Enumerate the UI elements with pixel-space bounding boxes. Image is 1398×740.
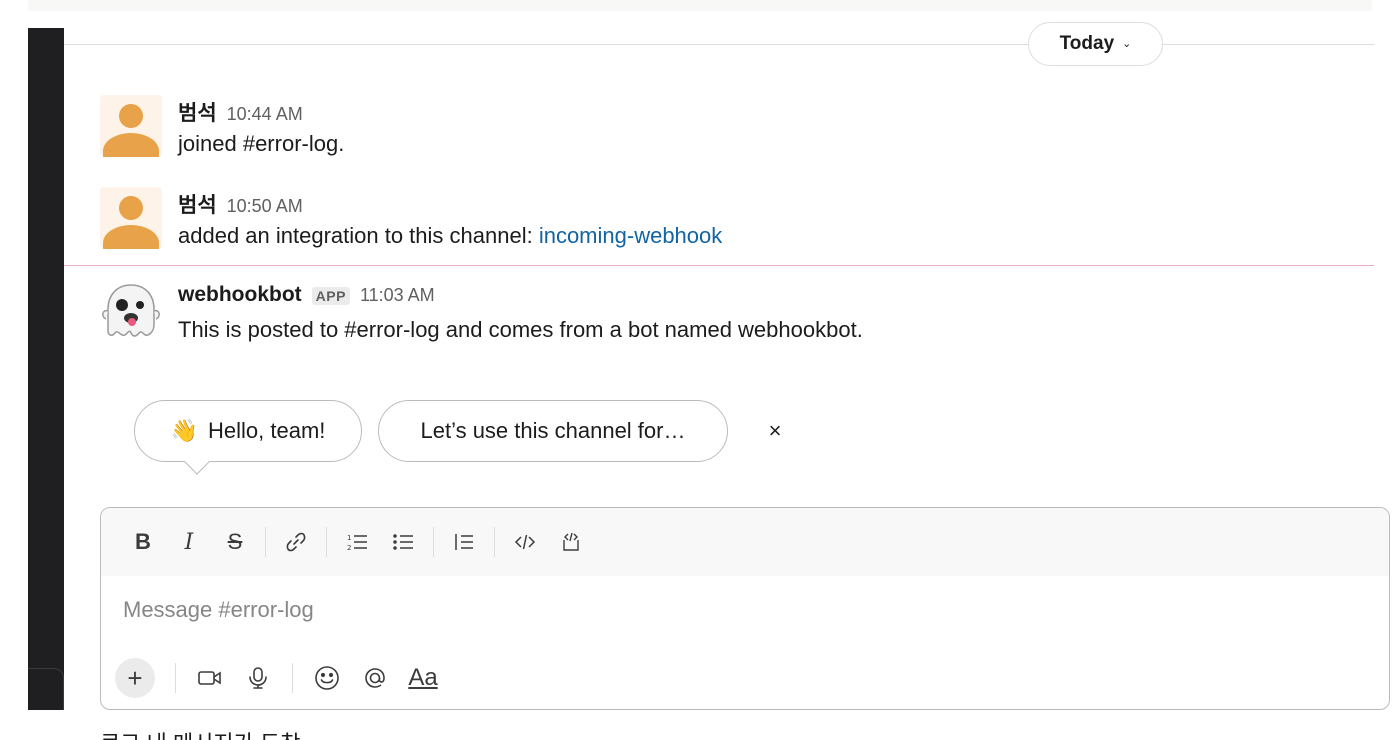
date-divider-line [64, 44, 1374, 45]
sidebar-corner [28, 668, 64, 710]
message-timestamp[interactable]: 10:44 AM [227, 104, 303, 125]
top-strip [28, 0, 1372, 11]
attach-plus-button[interactable]: + [115, 658, 155, 698]
waving-hand-icon: 👋 [170, 418, 198, 443]
message-header: 범석 10:50 AM [178, 189, 722, 217]
message: 범석 10:44 AM joined #error-log. [100, 95, 1370, 161]
at-mention-icon[interactable] [355, 658, 395, 698]
date-divider: Today ⌄ [64, 22, 1374, 68]
toolbar-separator [265, 527, 266, 557]
message-content: webhookbot APP 11:03 AM This is posted t… [178, 283, 863, 343]
date-label: Today [1059, 33, 1115, 54]
microphone-icon[interactable] [238, 658, 278, 698]
avatar[interactable] [100, 187, 162, 249]
bold-button[interactable]: B [123, 522, 163, 562]
blockquote-icon[interactable] [444, 522, 484, 562]
message: webhookbot APP 11:03 AM This is posted t… [100, 281, 1370, 347]
strikethrough-button[interactable]: S [215, 522, 255, 562]
message-author[interactable]: 범석 [178, 189, 217, 219]
message-content: 범석 10:50 AM added an integration to this… [178, 189, 722, 249]
italic-button[interactable]: I [169, 522, 209, 562]
chevron-down-icon: ⌄ [1122, 37, 1132, 50]
message-timestamp[interactable]: 11:03 AM [360, 285, 435, 306]
message-timestamp[interactable]: 10:50 AM [227, 196, 303, 217]
text-formatting-toggle[interactable]: Aa [403, 658, 443, 698]
toolbar-separator [175, 663, 176, 693]
ghost-emoji-icon[interactable] [100, 281, 162, 343]
message-text-body: added an integration to this channel: [178, 223, 539, 248]
emoji-icon[interactable] [307, 658, 347, 698]
suggestion-hello-button[interactable]: 👋 Hello, team! [134, 400, 362, 462]
message-input[interactable] [123, 594, 1323, 626]
new-messages-divider [64, 265, 1374, 266]
suggestion-channel-label: Let’s use this channel for… [420, 418, 686, 443]
avatar-body [103, 225, 159, 249]
message-header: 범석 10:44 AM [178, 97, 344, 125]
toolbar-separator [433, 527, 434, 557]
suggestion-channel-button[interactable]: Let’s use this channel for… [378, 400, 728, 462]
message-author[interactable]: 범석 [178, 97, 217, 127]
message-text: joined #error-log. [178, 131, 345, 156]
video-icon[interactable] [190, 658, 230, 698]
svg-text:1: 1 [347, 534, 351, 542]
message-content: 범석 10:44 AM joined #error-log. [178, 97, 344, 157]
code-block-icon[interactable] [551, 522, 591, 562]
toolbar-separator [494, 527, 495, 557]
avatar[interactable] [100, 95, 162, 157]
suggestion-chips: 👋 Hello, team! Let’s use this channel fo… [134, 400, 834, 480]
workspace-sidebar [28, 28, 64, 710]
composer-actions: + Aa [115, 656, 451, 700]
svg-text:2: 2 [347, 544, 351, 552]
avatar-head [119, 104, 143, 128]
date-jump-button[interactable]: Today ⌄ [1028, 22, 1163, 66]
link-icon[interactable] [276, 522, 316, 562]
formatting-toolbar: B I S 1 2 [101, 508, 1389, 576]
message-text: This is posted to #error-log and comes f… [178, 317, 863, 342]
avatar-body [103, 133, 159, 157]
app-badge: APP [311, 287, 350, 305]
message-author[interactable]: webhookbot [178, 283, 302, 307]
message: 범석 10:50 AM added an integration to this… [100, 187, 1370, 253]
message-composer: B I S 1 2 Message #error-log + Aa [100, 507, 1390, 710]
close-icon[interactable]: × [762, 418, 788, 444]
toolbar-separator [292, 663, 293, 693]
bullet-list-icon[interactable] [383, 522, 423, 562]
page-footer-text: 로그 내 메시지가 도착 [100, 726, 301, 740]
avatar-head [119, 196, 143, 220]
toolbar-separator [326, 527, 327, 557]
message-text: added an integration to this channel: in… [178, 223, 722, 249]
suggestion-hello-label: Hello, team! [208, 418, 326, 443]
message-header: webhookbot APP 11:03 AM [178, 283, 863, 311]
code-icon[interactable] [505, 522, 545, 562]
integration-link[interactable]: incoming-webhook [539, 223, 722, 248]
ordered-list-icon[interactable]: 1 2 [337, 522, 377, 562]
